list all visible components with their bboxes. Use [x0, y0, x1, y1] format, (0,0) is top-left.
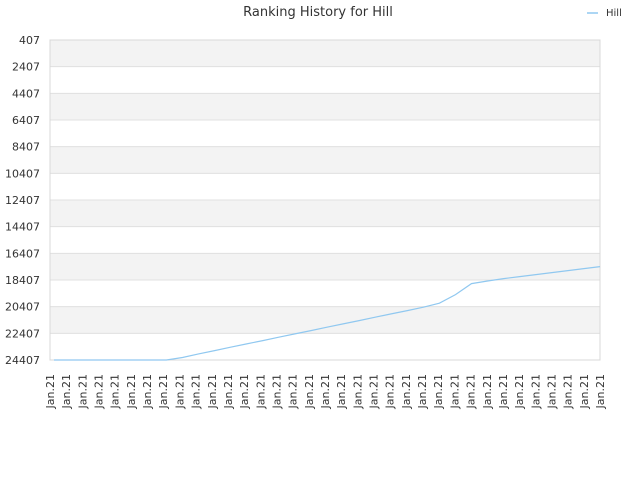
x-tick-label: Jan.21: [125, 374, 138, 409]
x-tick-label: Jan.21: [238, 374, 251, 409]
plot-band: [50, 173, 600, 200]
x-tick-label: Jan.21: [93, 374, 106, 409]
legend-label-hill: Hill: [606, 8, 622, 19]
x-tick-label: Jan.21: [173, 374, 186, 409]
x-tick-label: Jan.21: [594, 374, 607, 409]
x-tick-label: Jan.21: [481, 374, 494, 409]
plot-band: [50, 93, 600, 120]
y-tick-label: 14407: [5, 221, 40, 234]
x-tick-label: Jan.21: [368, 374, 381, 409]
x-tick-label: Jan.21: [190, 374, 203, 409]
plot-band: [50, 120, 600, 147]
y-tick-label: 12407: [5, 194, 40, 207]
x-tick-label: Jan.21: [319, 374, 332, 409]
x-tick-label: Jan.21: [416, 374, 429, 409]
y-tick-label: 24407: [5, 354, 40, 367]
x-tick-label: Jan.21: [141, 374, 154, 409]
x-tick-label: Jan.21: [529, 374, 542, 409]
plot-band: [50, 253, 600, 280]
chart-title: Ranking History for Hill: [243, 5, 393, 20]
x-tick-label: Jan.21: [303, 374, 316, 409]
x-tick-label: Jan.21: [497, 374, 510, 409]
y-tick-label: 407: [19, 34, 40, 47]
y-tick-label: 18407: [5, 274, 40, 287]
x-tick-label: Jan.21: [351, 374, 364, 409]
plot-band: [50, 66, 600, 94]
legend[interactable]: Hill: [587, 8, 622, 19]
x-tick-label: Jan.21: [400, 374, 413, 409]
x-tick-label: Jan.21: [384, 374, 397, 409]
y-tick-label: 2407: [12, 61, 40, 74]
x-tick-label: Jan.21: [76, 374, 89, 409]
y-tick-label: 20407: [5, 301, 40, 314]
plot-band: [50, 306, 600, 334]
x-tick-label: Jan.21: [287, 374, 300, 409]
y-tick-label: 4407: [12, 87, 40, 100]
x-tick-label: Jan.21: [157, 374, 170, 409]
y-tick-label: 8407: [12, 141, 40, 154]
x-axis: Jan.21 Jan.21 Jan.21 Jan.21 Jan.21 Jan.21 Jan.…: [44, 374, 607, 409]
x-tick-label: Jan.21: [545, 374, 558, 409]
y-axis: 407 2407 4407 6407 8407 10407 12407 14407 16407 1…: [5, 34, 40, 367]
plot-band: [50, 146, 600, 174]
x-tick-label: Jan.21: [562, 374, 575, 409]
x-tick-label: Jan.21: [513, 374, 526, 409]
y-tick-label: 22407: [5, 327, 40, 340]
x-tick-label: Jan.21: [432, 374, 445, 409]
x-tick-label: Jan.21: [270, 374, 283, 409]
x-tick-label: Jan.21: [206, 374, 219, 409]
x-tick-label: Jan.21: [254, 374, 267, 409]
x-tick-label: Jan.21: [44, 374, 57, 409]
y-tick-label: 10407: [5, 167, 40, 180]
plot-band: [50, 280, 600, 307]
y-tick-label: 6407: [12, 114, 40, 127]
x-tick-label: Jan.21: [109, 374, 122, 409]
x-tick-label: Jan.21: [465, 374, 478, 409]
x-tick-label: Jan.21: [335, 374, 348, 409]
x-tick-label: Jan.21: [578, 374, 591, 409]
x-tick-label: Jan.21: [222, 374, 235, 409]
x-tick-label: Jan.21: [448, 374, 461, 409]
ranking-chart: 407 2407 4407 6407 8407 10407 12407 14407 16407 1…: [5, 5, 622, 409]
x-tick-label: Jan.21: [60, 374, 73, 409]
plot-band: [50, 226, 600, 254]
plot-band: [50, 40, 600, 67]
plot-band: [50, 333, 600, 360]
y-tick-label: 16407: [5, 247, 40, 260]
plot-band: [50, 200, 600, 227]
